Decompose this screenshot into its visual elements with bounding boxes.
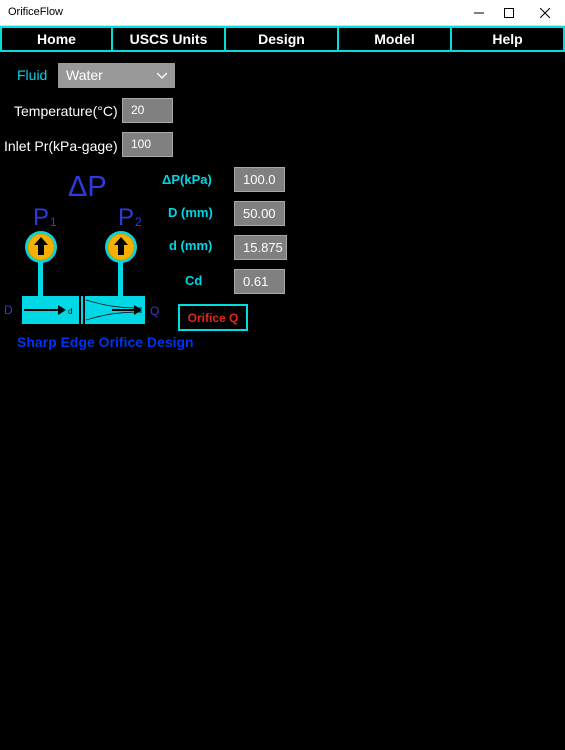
window-title: OrificeFlow (8, 6, 64, 18)
nav-uscs-units-button[interactable]: USCS Units (111, 26, 226, 52)
p1-gauge-icon (25, 231, 57, 300)
design-caption: Sharp Edge Orifice Design (17, 334, 194, 350)
delta-p-input[interactable]: 100.0 (234, 167, 285, 192)
p2-label: P (118, 204, 134, 231)
discharge-coefficient-input[interactable]: 0.61 (234, 269, 285, 294)
temperature-label: Temperature(°C) (14, 103, 118, 119)
p1-subscript: 1 (50, 215, 57, 229)
delta-p-param-label: ΔP(kPa) (162, 172, 212, 187)
nav-design-button[interactable]: Design (224, 26, 339, 52)
orifice-diameter-param-label: d (mm) (169, 238, 213, 253)
orifice-diameter-input[interactable]: 15.875 (234, 235, 287, 260)
fluid-label: Fluid (17, 67, 48, 83)
nav-help-button[interactable]: Help (450, 26, 565, 52)
fluid-selected-value: Water (66, 67, 103, 83)
pipe-diameter-label: D (4, 303, 13, 317)
close-icon (540, 8, 550, 18)
flow-q-label: Q (150, 304, 159, 318)
nav-bar: Home USCS Units Design Model Help (0, 26, 565, 52)
close-button[interactable] (529, 0, 561, 26)
orifice-diameter-label: d (68, 307, 72, 316)
maximize-button[interactable] (493, 0, 525, 26)
temperature-input[interactable]: 20 (122, 98, 173, 123)
delta-p-label: ΔP (68, 171, 107, 203)
title-bar: OrificeFlow (0, 0, 565, 26)
fluid-combobox[interactable]: Water (58, 63, 175, 88)
pipe-diameter-param-label: D (mm) (168, 205, 213, 220)
maximize-icon (504, 8, 514, 18)
chevron-down-icon (157, 72, 167, 79)
minimize-button[interactable] (463, 0, 495, 26)
discharge-coefficient-label: Cd (185, 273, 203, 288)
p2-gauge-icon (105, 231, 137, 300)
pipe-diameter-input[interactable]: 50.00 (234, 201, 285, 226)
p2-subscript: 2 (135, 215, 142, 229)
nav-home-button[interactable]: Home (0, 26, 113, 52)
pipe-icon (22, 294, 145, 326)
p1-label: P (33, 204, 49, 231)
nav-model-button[interactable]: Model (337, 26, 452, 52)
inlet-pressure-input[interactable]: 100 (122, 132, 173, 157)
inlet-pressure-label: Inlet Pr(kPa-gage) (4, 138, 118, 154)
orifice-q-button[interactable]: Orifice Q (178, 304, 248, 331)
minimize-icon (474, 12, 484, 14)
